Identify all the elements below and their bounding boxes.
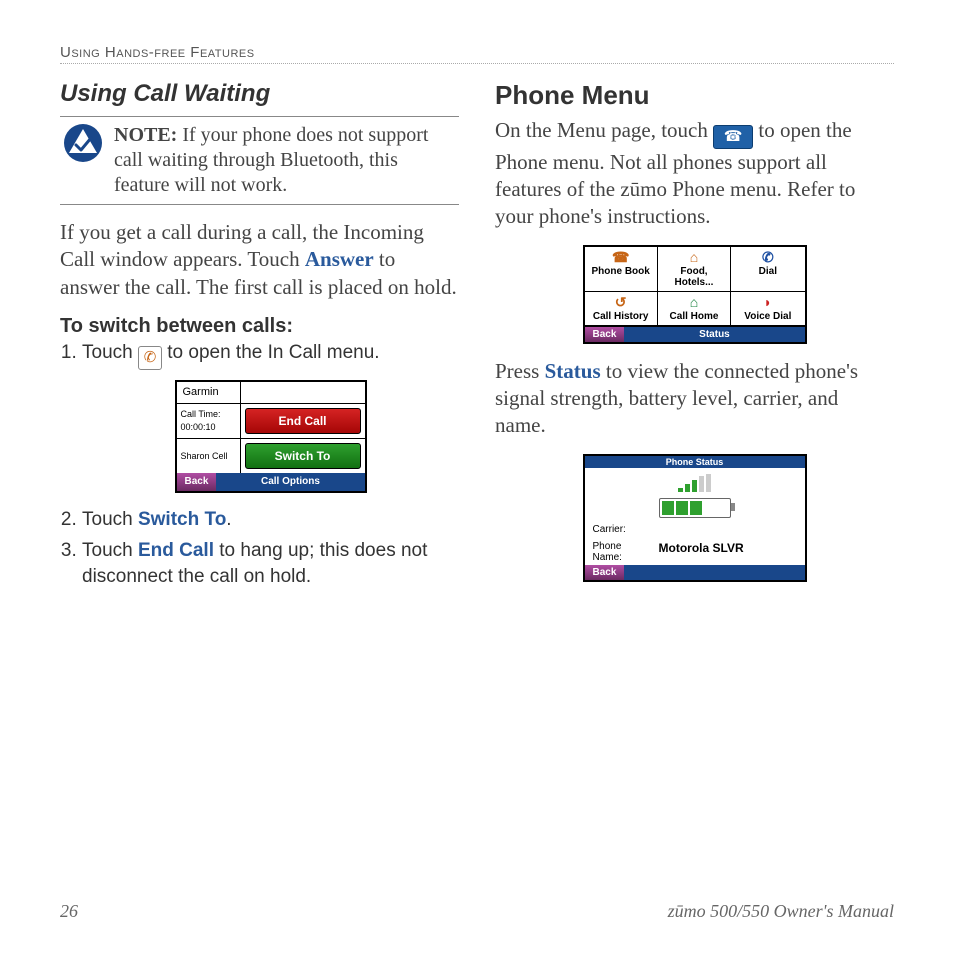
ss2-call-home-button[interactable]: ⌂ Call Home — [658, 292, 731, 326]
signal-strength-icon — [678, 474, 711, 492]
text-fragment: Touch — [82, 509, 138, 530]
two-column-layout: Using Call Waiting NOTE: If your phone d… — [60, 80, 894, 600]
ss1-call-time-label: Call Time: — [181, 408, 236, 420]
ss1-call-time-value: 00:00:10 — [181, 421, 236, 433]
text-fragment: Touch — [82, 540, 138, 561]
battery-level-icon — [659, 498, 731, 518]
page-number: 26 — [60, 901, 78, 922]
carrier-row: Carrier: — [593, 524, 797, 535]
ss2-food-hotels-button[interactable]: ⌂ Food, Hotels... — [658, 247, 731, 292]
in-call-icon: ✆ — [138, 346, 162, 370]
phone-name-label: Phone Name: — [593, 541, 653, 563]
ss2-label: Voice Dial — [744, 311, 791, 322]
running-header: Using Hands-free Features — [60, 44, 894, 64]
status-paragraph: Press Status to view the connected phone… — [495, 358, 894, 440]
ss2-label: Food, Hotels... — [660, 266, 728, 288]
ss2-status-button[interactable]: Status — [624, 327, 804, 342]
carrier-label: Carrier: — [593, 524, 653, 535]
screenshot-phone-menu: ☎ Phone Book ⌂ Food, Hotels... ✆ Dial ↺ Call… — [583, 245, 807, 344]
ss2-call-history-button[interactable]: ↺ Call History — [585, 292, 658, 326]
ss1-back-button[interactable]: Back — [177, 473, 217, 491]
screenshot-in-call-menu: Garmin Call Time: 00:00:10 End Call Shar… — [175, 380, 367, 493]
note-text: NOTE: If your phone does not support cal… — [114, 123, 457, 198]
keyword-end-call: End Call — [138, 540, 214, 561]
ss1-footer: Back Call Options — [177, 473, 365, 491]
ss2-phone-book-button[interactable]: ☎ Phone Book — [585, 247, 658, 292]
phone-menu-paragraph: On the Menu page, touch ☎ to open the Ph… — [495, 117, 894, 231]
ss1-brand: Garmin — [177, 382, 241, 403]
voice-dial-icon: ◗ — [764, 295, 772, 309]
steps-list: Touch ✆ to open the In Call menu. Garmin… — [60, 340, 459, 590]
phone-name-value: Motorola SLVR — [659, 541, 744, 563]
ss1-call-time: Call Time: 00:00:10 — [177, 404, 241, 438]
keyword-answer: Answer — [305, 247, 374, 271]
ss3-back-button[interactable]: Back — [585, 565, 625, 580]
phone-menu-icon: ☎ — [713, 125, 753, 149]
dial-icon: ✆ — [762, 250, 774, 264]
section-using-call-waiting: Using Call Waiting — [60, 80, 459, 108]
text-fragment: . — [226, 509, 231, 530]
page-footer: 26 zūmo 500/550 Owner's Manual — [60, 901, 894, 922]
ss2-voice-dial-button[interactable]: ◗ Voice Dial — [731, 292, 804, 326]
ss2-label: Call History — [593, 311, 649, 322]
step-1: Touch ✆ to open the In Call menu. Garmin… — [82, 340, 459, 493]
step-3: Touch End Call to hang up; this does not… — [82, 538, 459, 589]
screenshot-phone-status: Phone Status Carrier: Phone Name: — [583, 454, 807, 582]
call-home-icon: ⌂ — [690, 295, 698, 309]
ss2-back-button[interactable]: Back — [585, 327, 625, 342]
left-column: Using Call Waiting NOTE: If your phone d… — [60, 80, 459, 600]
ss1-end-call-button[interactable]: End Call — [245, 408, 361, 434]
text-fragment: Touch — [82, 342, 138, 363]
phone-book-icon: ☎ — [612, 250, 629, 264]
keyword-switch-to: Switch To — [138, 509, 226, 530]
phone-name-row: Phone Name: Motorola SLVR — [593, 541, 797, 563]
call-waiting-paragraph: If you get a call during a call, the Inc… — [60, 219, 459, 301]
text-fragment: On the Menu page, touch — [495, 118, 713, 142]
ss3-footer: Back — [585, 565, 805, 580]
keyword-status: Status — [545, 359, 601, 383]
manual-title: zūmo 500/550 Owner's Manual — [668, 901, 894, 922]
subheading-switch-calls: To switch between calls: — [60, 315, 459, 338]
ss2-footer: Back Status — [585, 327, 805, 342]
ss2-label: Call Home — [670, 311, 719, 322]
note-icon — [62, 123, 104, 163]
ss3-footer-spacer — [624, 565, 804, 580]
right-column: Phone Menu On the Menu page, touch ☎ to … — [495, 80, 894, 600]
call-history-icon: ↺ — [615, 295, 627, 309]
text-fragment: to open the In Call menu. — [167, 342, 379, 363]
ss2-label: Dial — [759, 266, 777, 277]
text-fragment: Press — [495, 359, 545, 383]
step-2: Touch Switch To. — [82, 507, 459, 533]
ss1-call-options-button[interactable]: Call Options — [216, 473, 364, 491]
note-label: NOTE: — [114, 124, 177, 146]
ss2-label: Phone Book — [591, 266, 649, 277]
ss3-title: Phone Status — [585, 456, 805, 468]
food-hotels-icon: ⌂ — [690, 250, 698, 264]
ss1-contact: Sharon Cell — [177, 439, 241, 473]
section-phone-menu: Phone Menu — [495, 80, 894, 111]
note-block: NOTE: If your phone does not support cal… — [60, 116, 459, 205]
ss1-switch-to-button[interactable]: Switch To — [245, 443, 361, 469]
ss2-dial-button[interactable]: ✆ Dial — [731, 247, 804, 292]
